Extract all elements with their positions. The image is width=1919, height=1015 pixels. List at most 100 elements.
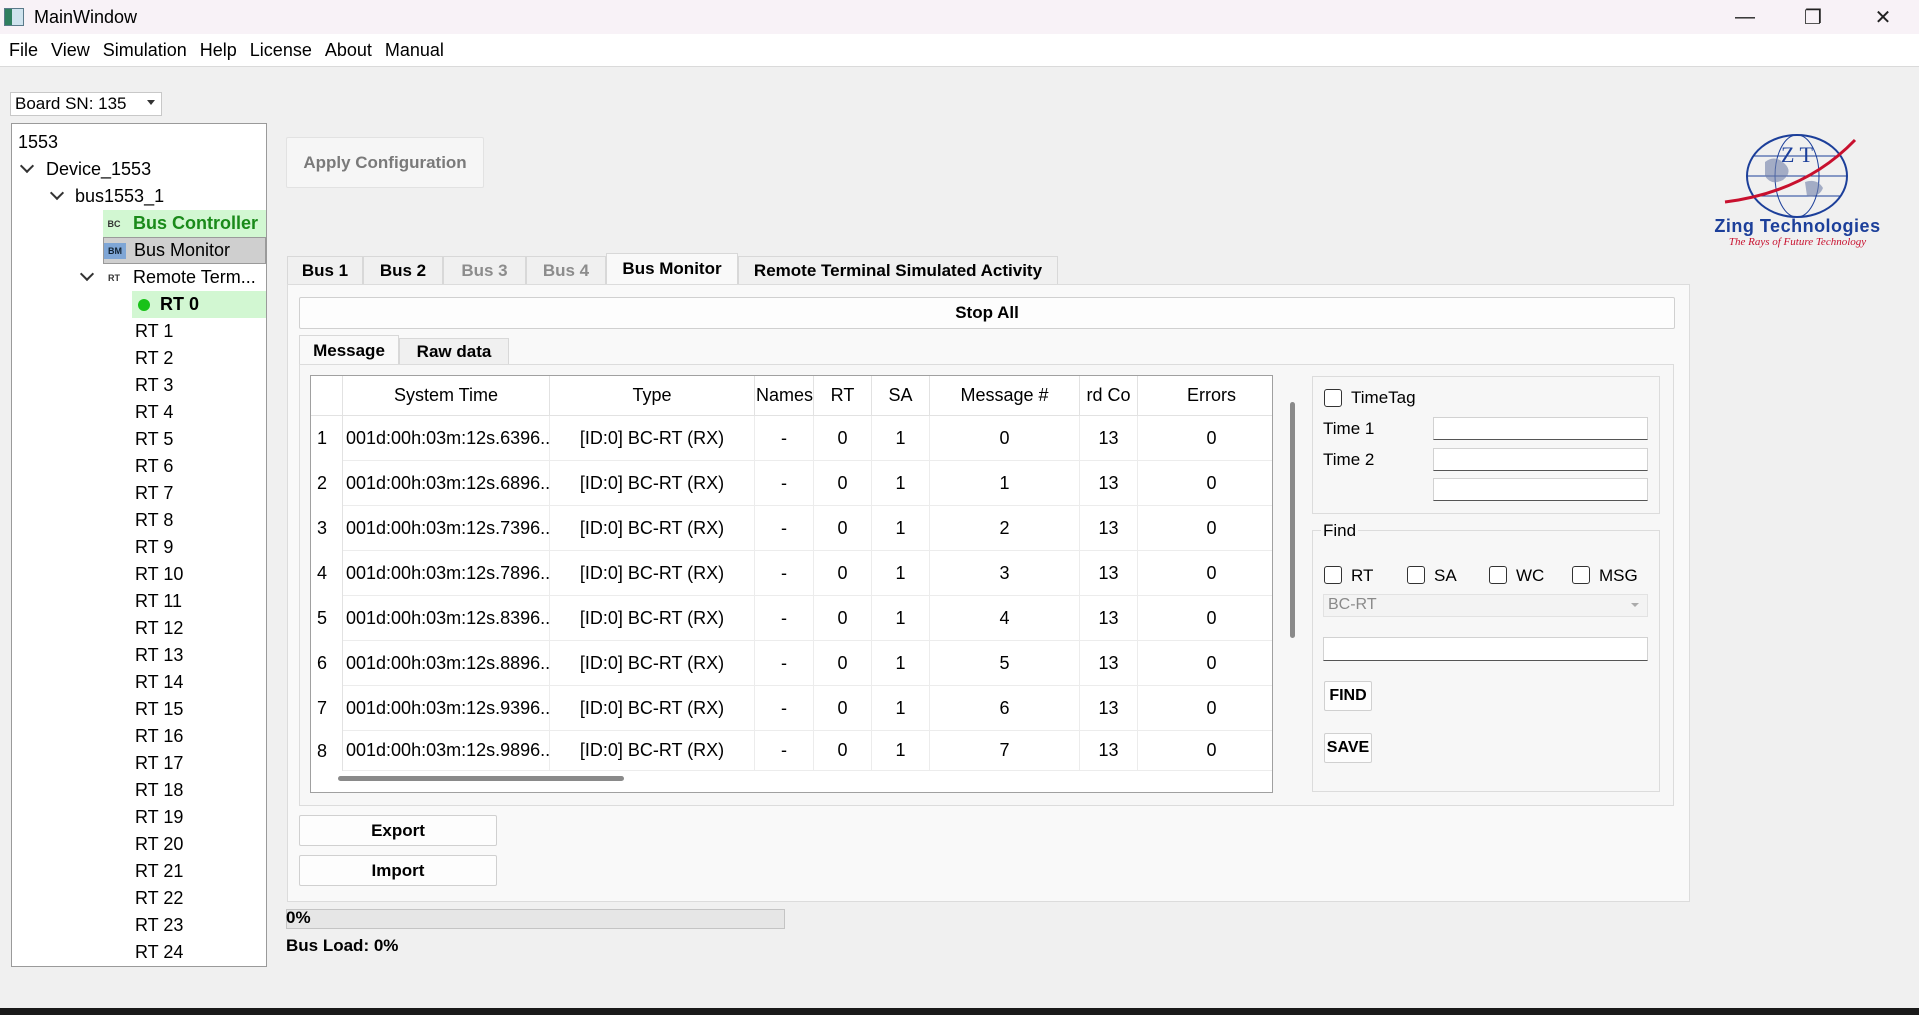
menu-help[interactable]: Help xyxy=(195,40,242,61)
tree-root[interactable]: 1553 xyxy=(18,129,58,156)
chevron-down-icon[interactable] xyxy=(19,158,35,174)
save-button[interactable]: SAVE xyxy=(1324,733,1372,763)
column-header[interactable]: SA xyxy=(872,376,930,416)
find-type-select[interactable]: BC-RT xyxy=(1323,594,1648,617)
time1-label: Time 1 xyxy=(1323,419,1375,438)
cell-type: [ID:0] BC-RT (RX) xyxy=(550,641,755,686)
maximize-icon[interactable]: ❐ xyxy=(1778,0,1848,34)
find-wc-label: WC xyxy=(1516,566,1545,585)
message-table[interactable]: System Time Type Names RT SA Message # r… xyxy=(310,375,1273,793)
tab-bus-4[interactable]: Bus 4 xyxy=(526,256,606,284)
rt-icon: RT xyxy=(108,272,120,283)
import-button[interactable]: Import xyxy=(299,855,497,886)
export-button[interactable]: Export xyxy=(299,815,497,846)
tree-item-rt[interactable]: RT 22 xyxy=(135,885,183,912)
tree-item-rt[interactable]: RT 4 xyxy=(135,399,173,426)
company-tagline: The Rays of Future Technology xyxy=(1728,236,1867,248)
find-search-input[interactable] xyxy=(1323,637,1648,661)
tree-item-remote-terminals[interactable]: RT Remote Term... xyxy=(12,264,266,291)
column-header[interactable]: rd Co xyxy=(1080,376,1138,416)
tree-item-rt[interactable]: RT 8 xyxy=(135,507,173,534)
find-msg-checkbox[interactable] xyxy=(1572,566,1590,584)
bc-icon: BC xyxy=(107,218,121,229)
device-tree[interactable]: 1553 Device_1553 bus1553_1 BC Bus Contro… xyxy=(11,123,267,967)
column-header[interactable]: Names xyxy=(755,376,814,416)
column-header[interactable]: Message # xyxy=(930,376,1080,416)
tree-item-rt[interactable]: RT 9 xyxy=(135,534,173,561)
chevron-down-icon[interactable] xyxy=(49,185,65,201)
column-header[interactable]: System Time xyxy=(343,376,550,416)
tree-item-rt[interactable]: RT 18 xyxy=(135,777,183,804)
stop-all-button[interactable]: Stop All xyxy=(299,297,1675,329)
column-header[interactable]: Type xyxy=(550,376,755,416)
tree-item-bus[interactable]: bus1553_1 xyxy=(12,183,266,210)
cell-rt: 0 xyxy=(814,461,872,506)
globe-logo-icon: Z T xyxy=(1724,134,1857,218)
tree-item-rt[interactable]: RT 14 xyxy=(135,669,183,696)
apply-configuration-button[interactable]: Apply Configuration xyxy=(286,137,484,188)
menu-manual[interactable]: Manual xyxy=(380,40,449,61)
horizontal-scrollbar[interactable] xyxy=(338,776,624,781)
menu-simulation[interactable]: Simulation xyxy=(98,40,192,61)
tree-item-rt[interactable]: RT 11 xyxy=(135,588,182,615)
company-logo: Z T Zing Technologies The Rays of Future… xyxy=(1695,132,1900,252)
tree-item-rt[interactable]: RT 10 xyxy=(135,561,183,588)
active-status-icon xyxy=(138,298,150,311)
timetag-checkbox[interactable] xyxy=(1324,389,1342,407)
cell-type: [ID:0] BC-RT (RX) xyxy=(550,551,755,596)
tab-bus-3[interactable]: Bus 3 xyxy=(443,256,526,284)
cell-names: - xyxy=(755,596,814,641)
cell-errors: 0 xyxy=(1138,686,1272,731)
tree-item-rt[interactable]: RT 16 xyxy=(135,723,183,750)
tree-item-rt[interactable]: RT 3 xyxy=(135,372,173,399)
progress-text: 0% xyxy=(286,908,311,927)
menu-about[interactable]: About xyxy=(320,40,377,61)
find-button[interactable]: FIND xyxy=(1324,681,1372,711)
find-sa-checkbox[interactable] xyxy=(1407,566,1425,584)
column-header[interactable]: Errors xyxy=(1138,376,1272,416)
tree-item-rt[interactable]: RT 17 xyxy=(135,750,183,777)
cell-message-number: 6 xyxy=(930,686,1080,731)
menu-bar: File View Simulation Help License About … xyxy=(0,34,1919,66)
tree-item-rt[interactable]: RT 24 xyxy=(135,939,183,966)
menu-view[interactable]: View xyxy=(46,40,95,61)
chevron-down-icon[interactable] xyxy=(79,266,95,282)
cell-message-number: 1 xyxy=(930,461,1080,506)
board-select[interactable]: Board SN: 135 xyxy=(10,92,162,116)
tree-item-bus-controller[interactable]: BC Bus Controller xyxy=(103,210,266,237)
tree-item-rt-0[interactable]: RT 0 xyxy=(132,291,266,318)
cell-sa: 1 xyxy=(872,641,930,686)
vertical-scrollbar[interactable] xyxy=(1290,402,1295,638)
tree-item-rt[interactable]: RT 15 xyxy=(135,696,183,723)
tree-item-rt[interactable]: RT 20 xyxy=(135,831,183,858)
find-wc-checkbox[interactable] xyxy=(1489,566,1507,584)
tree-item-rt[interactable]: RT 5 xyxy=(135,426,173,453)
time-diff-field[interactable] xyxy=(1433,478,1648,501)
tree-item-rt[interactable]: RT 6 xyxy=(135,453,173,480)
tree-item-rt[interactable]: RT 21 xyxy=(135,858,183,885)
tree-item-bus-monitor[interactable]: BM Bus Monitor xyxy=(103,237,266,264)
find-rt-checkbox[interactable] xyxy=(1324,566,1342,584)
tab-bus-1[interactable]: Bus 1 xyxy=(287,256,363,284)
tree-item-rt[interactable]: RT 19 xyxy=(135,804,183,831)
tree-item-rt[interactable]: RT 1 xyxy=(135,318,173,345)
time2-field[interactable] xyxy=(1433,448,1648,471)
tab-remote-terminal-activity[interactable]: Remote Terminal Simulated Activity xyxy=(738,256,1058,284)
row-number: 1 xyxy=(311,416,343,461)
tab-bus-monitor[interactable]: Bus Monitor xyxy=(606,253,738,284)
tab-message[interactable]: Message xyxy=(299,335,399,365)
close-icon[interactable]: ✕ xyxy=(1848,0,1918,34)
minimize-icon[interactable]: — xyxy=(1710,0,1780,34)
tree-item-rt[interactable]: RT 13 xyxy=(135,642,183,669)
tree-item-rt[interactable]: RT 12 xyxy=(135,615,183,642)
tree-item-rt[interactable]: RT 7 xyxy=(135,480,173,507)
menu-file[interactable]: File xyxy=(4,40,43,61)
time1-field[interactable] xyxy=(1433,417,1648,440)
menu-license[interactable]: License xyxy=(245,40,317,61)
tree-item-device[interactable]: Device_1553 xyxy=(12,156,266,183)
column-header[interactable]: RT xyxy=(814,376,872,416)
tree-item-rt[interactable]: RT 2 xyxy=(135,345,173,372)
tab-bus-2[interactable]: Bus 2 xyxy=(363,256,443,284)
tree-item-rt[interactable]: RT 23 xyxy=(135,912,183,939)
tab-raw-data[interactable]: Raw data xyxy=(399,338,509,365)
